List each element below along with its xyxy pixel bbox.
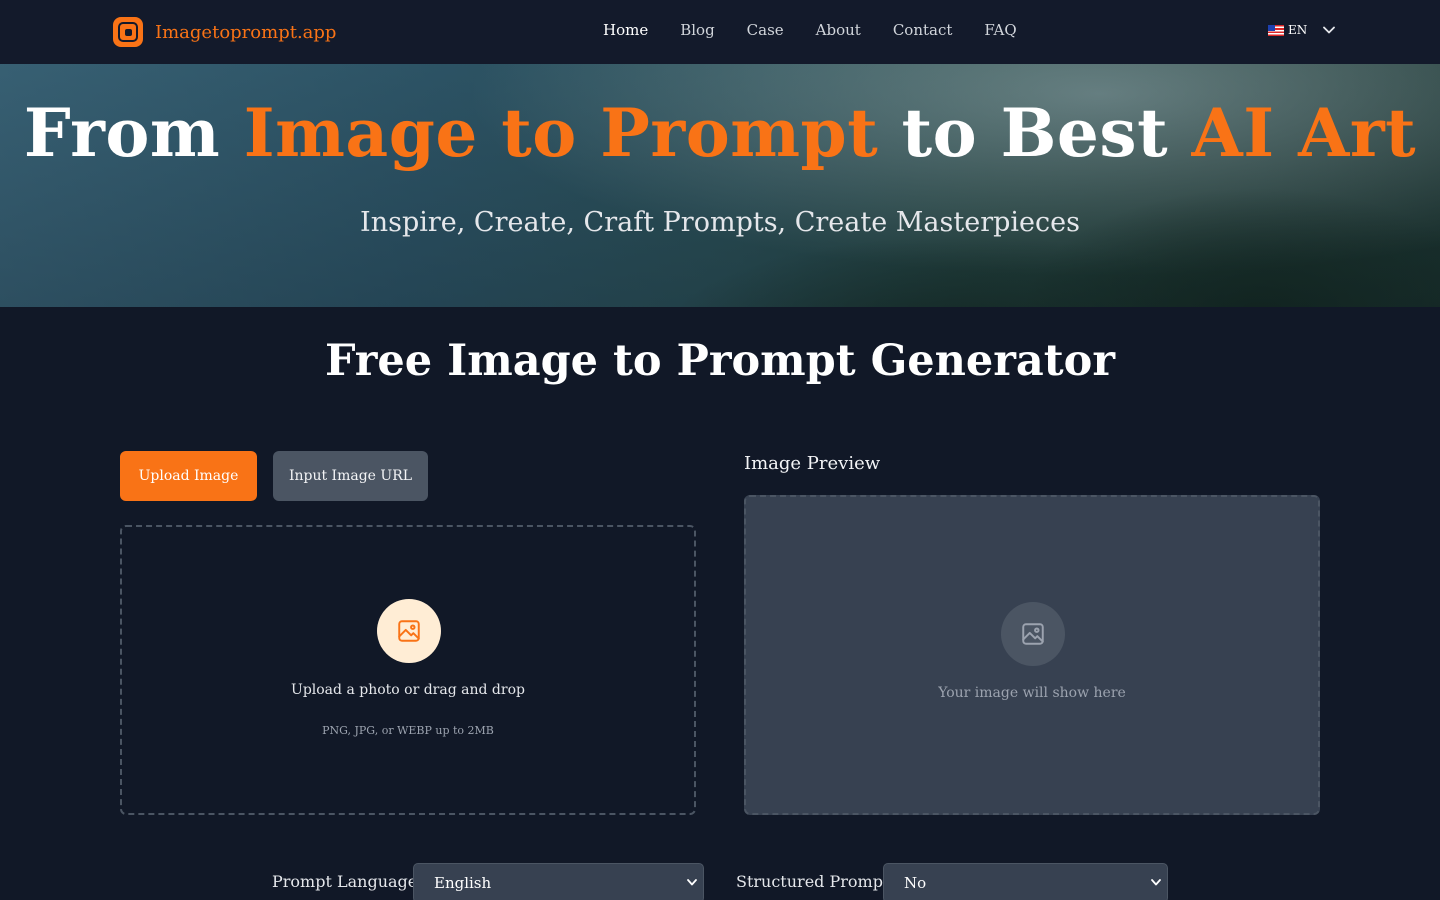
prompt-language-select[interactable]: English (413, 863, 704, 900)
prompt-language-label: Prompt Language (272, 872, 418, 891)
hero-title-accent1: Image to Prompt (243, 94, 879, 172)
preview-icon-circle (1001, 602, 1065, 666)
language-code: EN (1288, 23, 1308, 37)
chevron-down-icon (1151, 879, 1161, 886)
language-switcher[interactable]: EN (1268, 23, 1336, 37)
tab-upload-image[interactable]: Upload Image (120, 451, 257, 501)
main-nav: Home Blog Case About Contact FAQ (603, 21, 1049, 39)
logo-icon (113, 17, 143, 47)
prompt-language-value: English (434, 874, 492, 892)
hero-title: From Image to Prompt to Best AI Art (0, 94, 1440, 172)
top-navbar: Imagetoprompt.app Home Blog Case About C… (0, 0, 1440, 64)
nav-case[interactable]: Case (747, 21, 784, 39)
nav-blog[interactable]: Blog (680, 21, 714, 39)
nav-contact[interactable]: Contact (893, 21, 953, 39)
logo-link[interactable]: Imagetoprompt.app (113, 17, 336, 47)
image-preview: Your image will show here (744, 495, 1320, 815)
hero-title-accent2: AI Art (1191, 94, 1417, 172)
chevron-down-icon (1323, 26, 1336, 34)
hero-banner: From Image to Prompt to Best AI Art Insp… (0, 64, 1440, 307)
tab-input-image-url[interactable]: Input Image URL (273, 451, 428, 501)
upload-icon-circle (377, 599, 441, 663)
image-icon (1022, 623, 1044, 645)
nav-home[interactable]: Home (603, 21, 648, 39)
chevron-down-icon (687, 879, 697, 886)
image-icon (398, 620, 420, 642)
upload-dropzone[interactable]: Upload a photo or drag and drop PNG, JPG… (120, 525, 696, 815)
structured-prompt-select[interactable]: No (883, 863, 1168, 900)
flag-us-icon (1268, 24, 1284, 36)
hero-title-part2: to Best (878, 94, 1192, 172)
preview-placeholder: Your image will show here (938, 685, 1126, 701)
preview-label: Image Preview (744, 453, 881, 474)
nav-about[interactable]: About (816, 21, 861, 39)
dropzone-hint: PNG, JPG, or WEBP up to 2MB (322, 724, 494, 737)
nav-faq[interactable]: FAQ (984, 21, 1016, 39)
dropzone-text: Upload a photo or drag and drop (291, 682, 525, 698)
hero-subtitle: Inspire, Create, Craft Prompts, Create M… (360, 207, 1080, 238)
logo-text: Imagetoprompt.app (155, 21, 337, 43)
structured-prompt-label: Structured Prompt (736, 872, 890, 891)
structured-prompt-value: No (904, 874, 927, 892)
page-title: Free Image to Prompt Generator (325, 336, 1115, 386)
hero-title-part1: From (23, 94, 244, 172)
